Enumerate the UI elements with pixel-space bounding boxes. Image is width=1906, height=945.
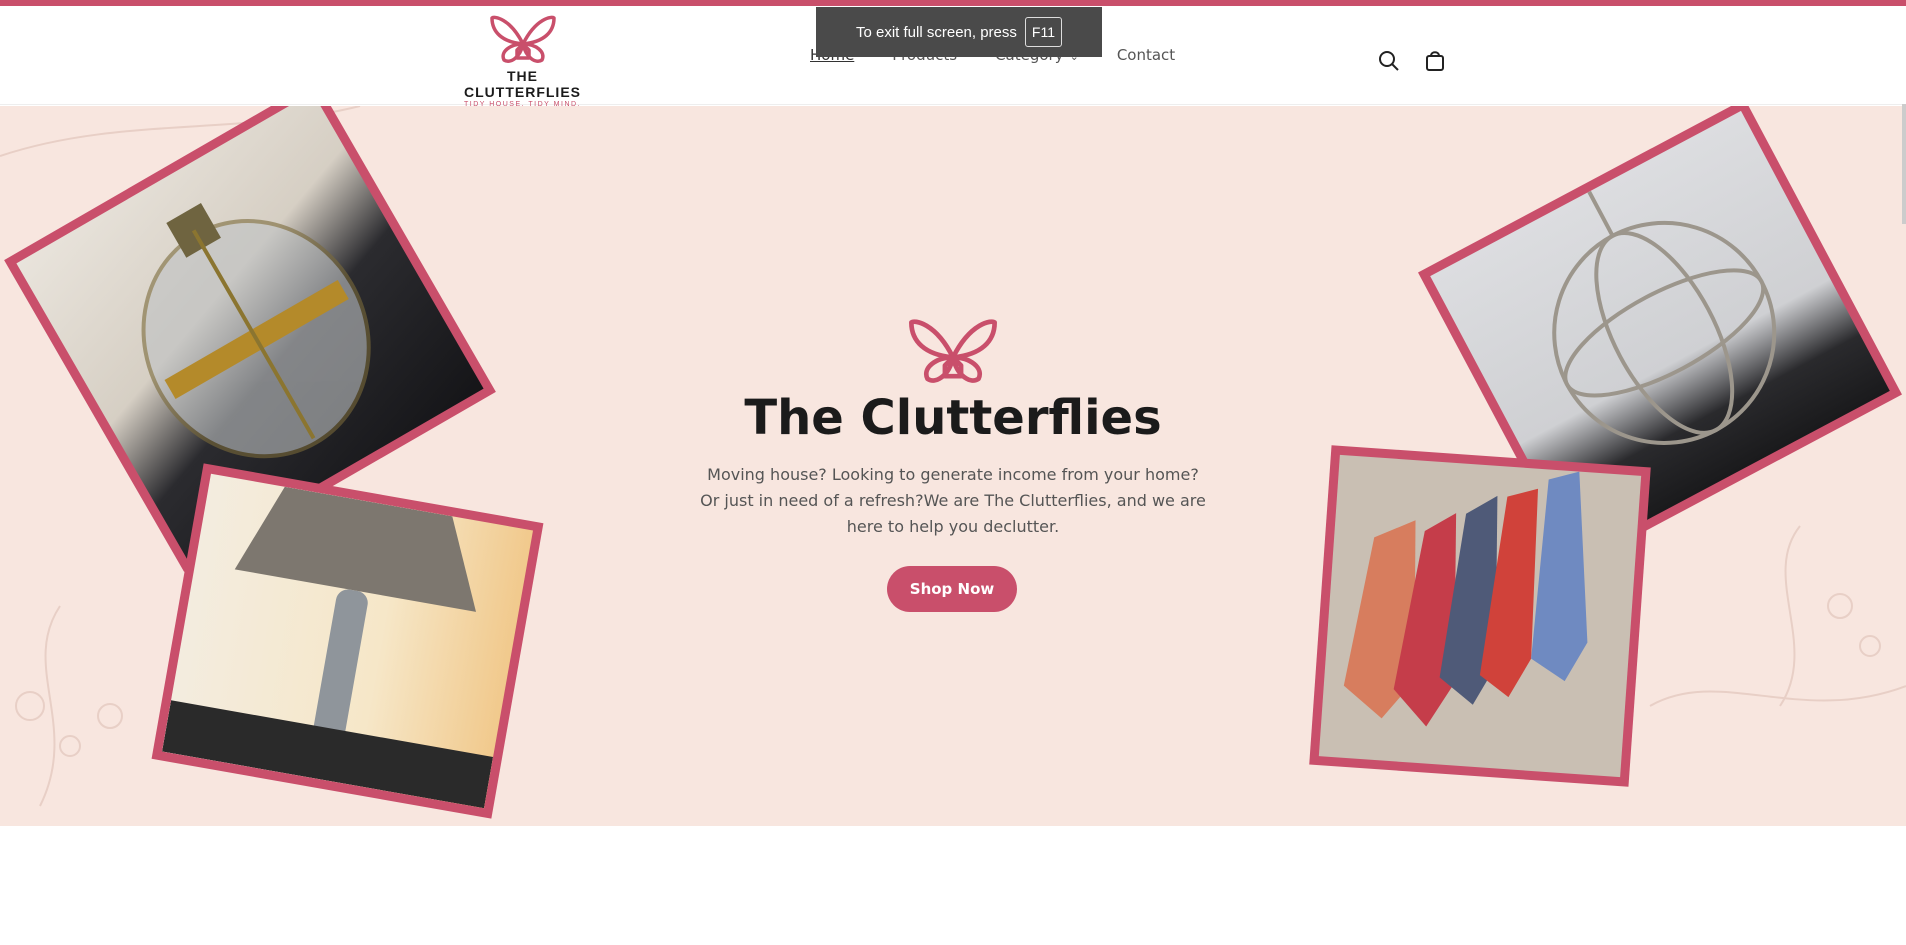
header-icons [1378,50,1446,72]
page-scrollbar[interactable] [1902,104,1906,224]
fullscreen-notice: To exit full screen, press F11 [816,7,1102,57]
hero-banner: The Clutterflies Moving house? Looking t… [0,106,1906,826]
fullscreen-notice-text: To exit full screen, press [856,23,1017,41]
butterfly-icon [909,319,997,383]
cart-icon[interactable] [1424,50,1446,72]
fullscreen-key: F11 [1024,17,1062,47]
butterfly-logo-icon [489,15,556,63]
search-icon[interactable] [1378,50,1400,72]
brand-name: THE CLUTTERFLIES [464,68,581,100]
hero-description: Moving house? Looking to generate income… [700,465,1206,536]
nav-contact[interactable]: Contact [1117,46,1175,76]
hero-title: The Clutterflies [744,390,1162,446]
brand-logo[interactable]: THE CLUTTERFLIES TIDY HOUSE. TIDY MIND. [450,14,595,108]
page-below-hero [0,826,1906,945]
shop-now-button[interactable]: Shop Now [887,566,1017,612]
hero-content: The Clutterflies Moving house? Looking t… [0,106,1906,826]
